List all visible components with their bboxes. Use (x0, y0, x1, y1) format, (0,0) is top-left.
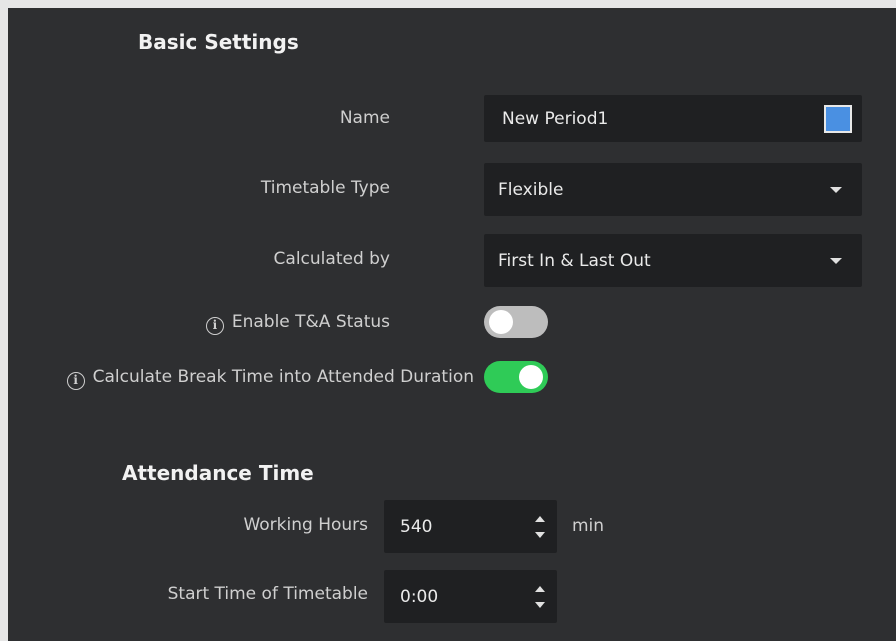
enable-ta-status-row-label: i Enable T&A Status (205, 312, 390, 335)
name-label: Name (339, 108, 390, 128)
timetable-type-select[interactable]: Flexible (484, 163, 862, 216)
calculated-by-select[interactable]: First In & Last Out (484, 234, 862, 287)
enable-ta-status-label: Enable T&A Status (231, 312, 390, 332)
calculated-by-value: First In & Last Out (498, 250, 651, 271)
enable-ta-status-toggle[interactable] (484, 306, 548, 338)
arrow-down-icon[interactable] (535, 531, 545, 538)
calc-break-time-row-label: i Calculate Break Time into Attended Dura… (66, 367, 474, 390)
arrow-down-icon[interactable] (535, 601, 545, 608)
chevron-down-icon (830, 257, 842, 264)
settings-panel: Basic Settings Name New Period1 Timetabl… (8, 8, 896, 641)
working-hours-value: 540 (400, 516, 433, 537)
calc-break-time-toggle[interactable] (484, 361, 548, 393)
name-value: New Period1 (502, 108, 609, 129)
arrow-up-icon[interactable] (535, 585, 545, 592)
toggle-knob (489, 310, 513, 334)
attendance-time-title: Attendance Time (122, 461, 314, 485)
timetable-type-label: Timetable Type (260, 178, 390, 198)
working-hours-label: Working Hours (243, 515, 368, 535)
spin-buttons[interactable] (535, 570, 545, 623)
info-icon[interactable]: i (66, 372, 85, 390)
calculated-by-label: Calculated by (273, 249, 390, 269)
name-field[interactable]: New Period1 (484, 95, 862, 142)
start-time-label: Start Time of Timetable (167, 584, 368, 604)
start-time-stepper[interactable]: 0:00 (384, 570, 557, 623)
working-hours-unit: min (572, 516, 605, 536)
color-picker-swatch[interactable] (824, 104, 852, 133)
chevron-down-icon (830, 186, 842, 193)
calc-break-time-label: Calculate Break Time into Attended Durat… (92, 367, 474, 387)
timetable-type-value: Flexible (498, 179, 564, 200)
working-hours-stepper[interactable]: 540 (384, 500, 557, 553)
arrow-up-icon[interactable] (535, 515, 545, 522)
toggle-knob (519, 365, 543, 389)
spin-buttons[interactable] (535, 500, 545, 553)
info-icon[interactable]: i (205, 317, 224, 335)
start-time-value: 0:00 (400, 586, 439, 607)
basic-settings-title: Basic Settings (138, 30, 299, 54)
